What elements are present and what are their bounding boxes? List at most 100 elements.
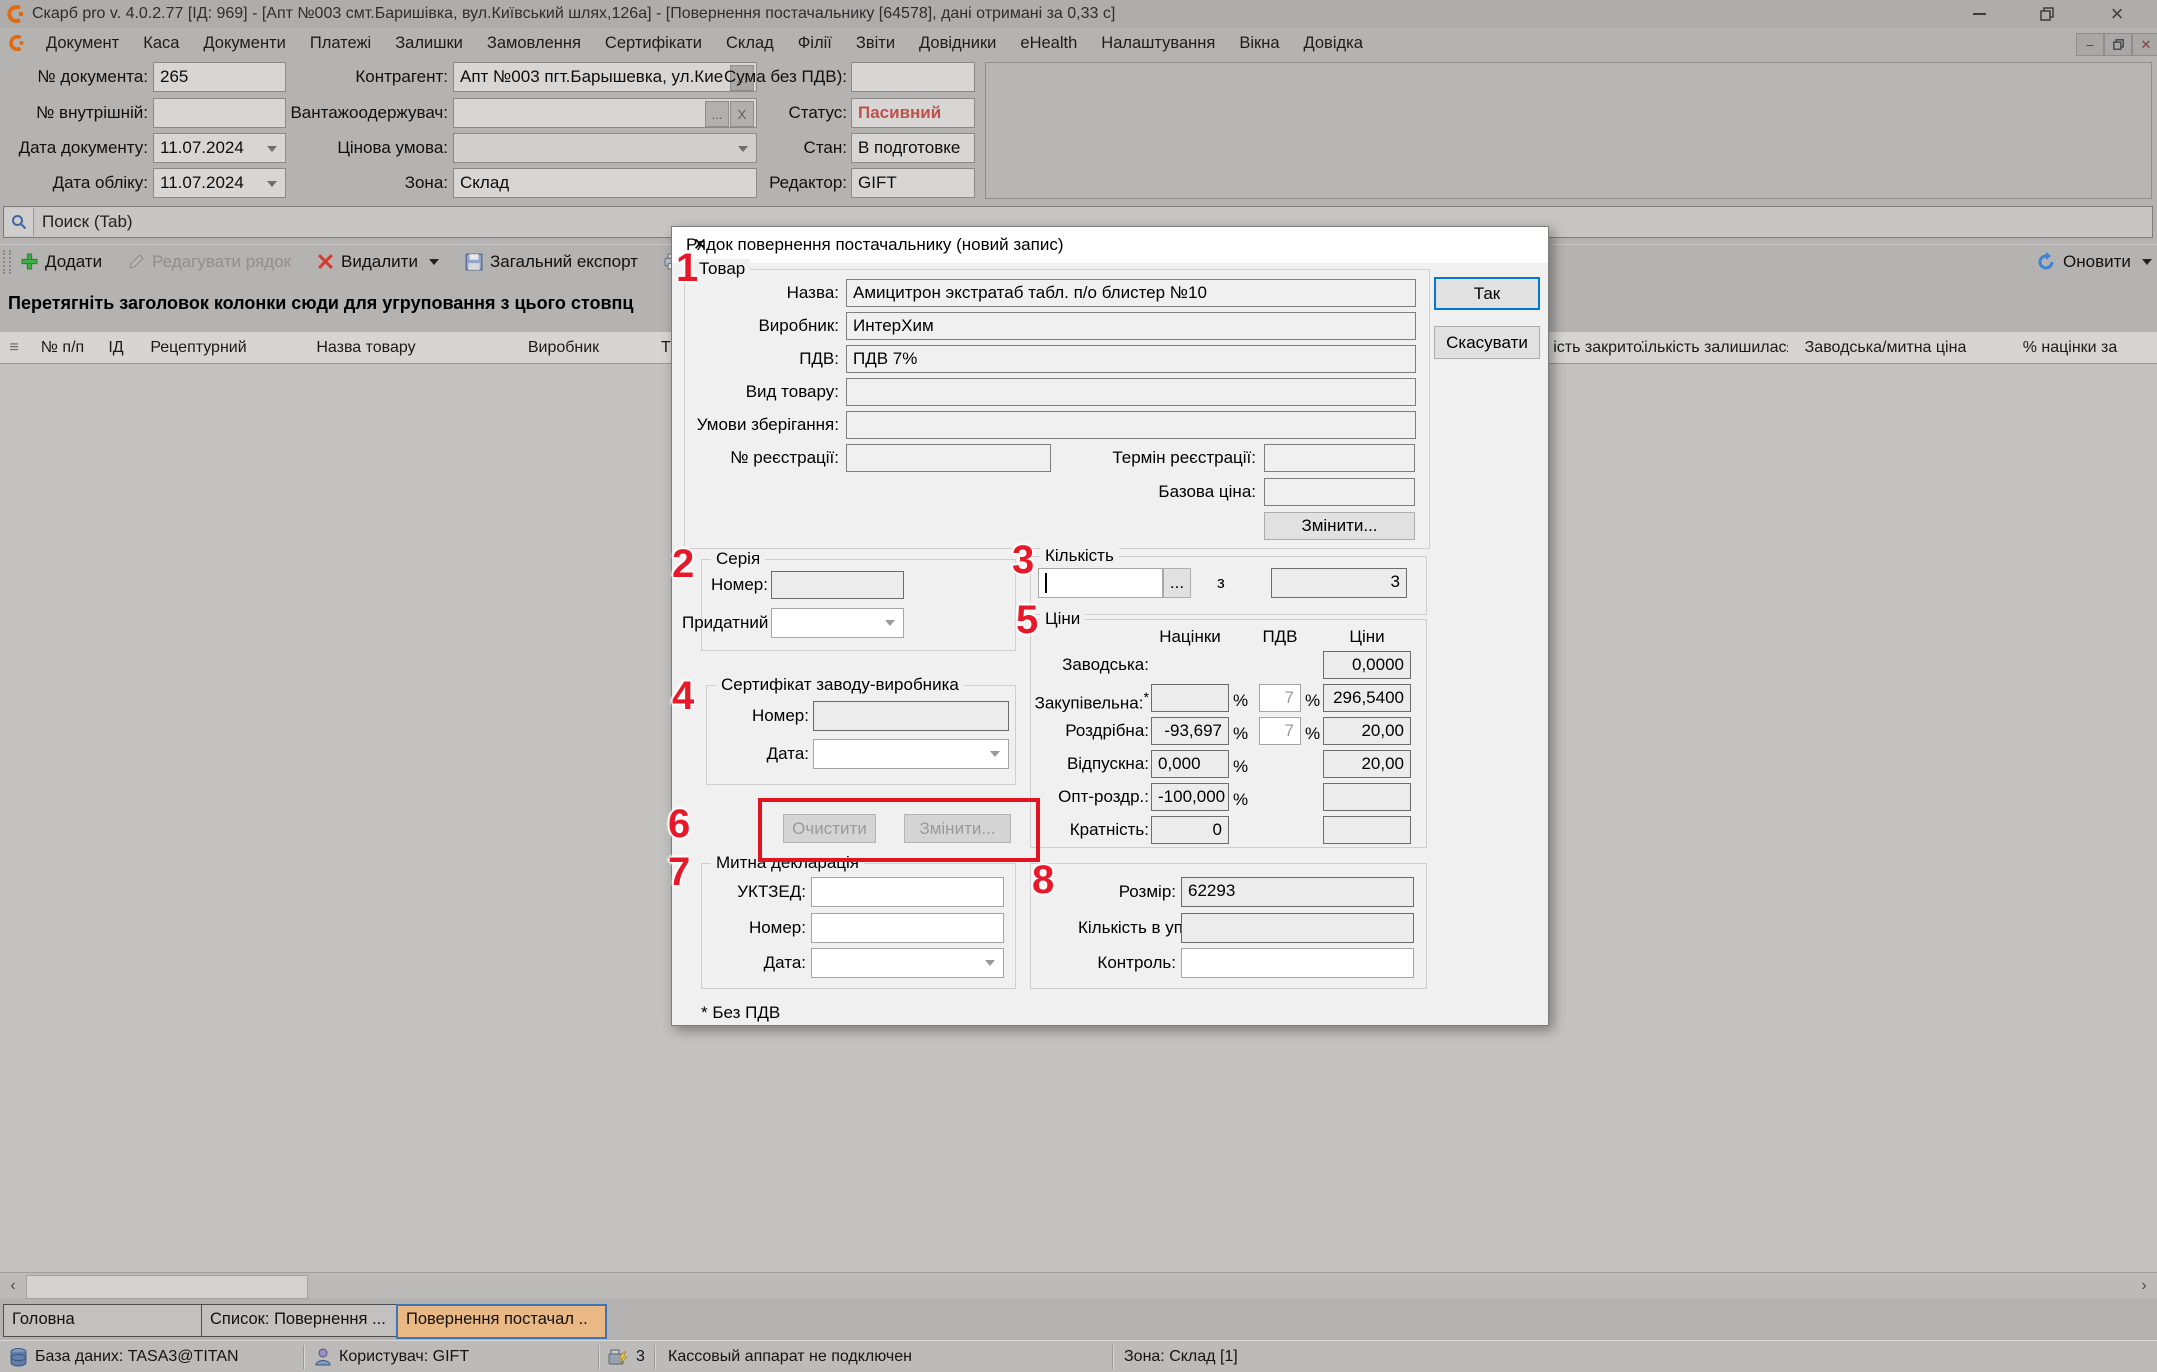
manufacturer-field[interactable]: ИнтерХим [846, 312, 1416, 340]
column-header-product-name[interactable]: Назва товару [262, 332, 471, 363]
mdi-minimize-button[interactable]: – [2076, 33, 2104, 56]
chevron-down-icon[interactable] [990, 751, 1000, 757]
chevron-down-icon[interactable] [2142, 259, 2152, 265]
menu-item-certificates[interactable]: Сертифікати [593, 34, 714, 53]
status-cash-count: 3 [608, 1341, 645, 1372]
wholesale-price-field[interactable] [1323, 783, 1411, 811]
product-group-legend: Товар [694, 259, 750, 279]
menu-item-documents[interactable]: Документи [191, 34, 297, 53]
notes-panel [985, 62, 2152, 199]
retail-price-field[interactable]: 20,00 [1323, 717, 1411, 745]
menu-item-windows[interactable]: Вікна [1227, 34, 1291, 53]
tab-home[interactable]: Головна [3, 1304, 215, 1337]
uktzed-field[interactable] [811, 877, 1004, 907]
registration-number-field[interactable] [846, 444, 1051, 472]
product-kind-field[interactable] [846, 378, 1416, 406]
annotation-6: 6 [668, 804, 690, 844]
retail-markup-field[interactable]: -93,697 [1151, 717, 1229, 745]
multiplicity-price-field[interactable] [1323, 816, 1411, 844]
red-x-icon [317, 253, 334, 270]
chevron-down-icon[interactable] [985, 960, 995, 966]
column-header-prescription[interactable]: Рецептурний [135, 332, 263, 363]
column-header-factory-price[interactable]: Заводська/митна ціна [1788, 332, 1984, 363]
wholesale-markup-field[interactable]: -100,000 [1151, 783, 1229, 811]
add-row-button[interactable]: Додати [21, 252, 102, 272]
selling-markup-field[interactable]: 0,000 [1151, 750, 1229, 778]
ok-button[interactable]: Так [1434, 277, 1540, 310]
column-header-manufacturer[interactable]: Виробник [470, 332, 658, 363]
change-product-button[interactable]: Змінити... [1264, 512, 1415, 540]
quantity-input[interactable] [1038, 568, 1163, 598]
menu-item-settings[interactable]: Налаштування [1089, 34, 1227, 53]
tab-returns-list[interactable]: Список: Повернення ... [201, 1304, 411, 1337]
cancel-button[interactable]: Скасувати [1434, 326, 1540, 359]
menu-item-kasa[interactable]: Каса [131, 34, 191, 53]
search-input[interactable]: Поиск (Tab) [42, 212, 133, 232]
certificate-date-field[interactable] [813, 739, 1009, 769]
quantity-browse-button[interactable]: ... [1163, 568, 1191, 598]
control-field[interactable] [1181, 948, 1414, 978]
tab-return-to-supplier[interactable]: Повернення постачал .. [396, 1304, 607, 1339]
status-field: Пасивний [851, 98, 975, 128]
status-bar: База даних: TASA3@TITAN Користувач: GIFT… [0, 1340, 2157, 1372]
size-field[interactable]: 62293 [1181, 877, 1414, 907]
column-header-qty-remaining[interactable]: Кількість залишилася [1642, 332, 1789, 363]
chevron-down-icon[interactable] [885, 620, 895, 626]
scroll-right-icon[interactable]: › [2133, 1275, 2155, 1297]
menu-item-warehouse[interactable]: Склад [714, 34, 786, 53]
purchase-price-field[interactable]: 296,5400 [1323, 684, 1411, 712]
menu-item-branches[interactable]: Філії [786, 34, 844, 53]
mdi-restore-button[interactable] [2104, 33, 2132, 56]
sum-no-vat-field[interactable] [851, 62, 975, 92]
customs-date-field[interactable] [811, 948, 1004, 978]
menu-item-document[interactable]: Документ [34, 34, 131, 53]
registration-term-label: Термін реєстрації: [1092, 444, 1256, 472]
scrollbar-thumb[interactable] [26, 1275, 308, 1299]
refresh-button[interactable]: Оновити [2036, 252, 2152, 272]
edit-row-button[interactable]: Редагувати рядок [128, 252, 291, 272]
qty-in-pack-field[interactable] [1181, 913, 1414, 943]
base-price-field[interactable] [1264, 478, 1415, 506]
restore-button[interactable] [2032, 2, 2062, 26]
horizontal-scrollbar[interactable]: ‹ › [0, 1272, 2157, 1298]
sum-no-vat-label: Сума без ПДВ): [700, 62, 847, 92]
menu-item-reports[interactable]: Звіти [844, 34, 907, 53]
footnote: * Без ПДВ [701, 999, 821, 1027]
column-header-markup-pct[interactable]: % націнки за [1983, 332, 2157, 363]
product-name-field[interactable]: Амицитрон экстратаб табл. п/о блистер №1… [846, 279, 1416, 307]
storage-conditions-label: Умови зберігання: [682, 411, 839, 439]
menu-item-stock[interactable]: Залишки [383, 34, 475, 53]
selling-price-field[interactable]: 20,00 [1323, 750, 1411, 778]
scroll-left-icon[interactable]: ‹ [2, 1275, 24, 1297]
toolbar-drag-handle[interactable] [3, 250, 11, 274]
status-zone: Зона: Склад [1] [1124, 1341, 1238, 1372]
series-number-label: Номер: [707, 571, 768, 599]
mdi-close-button[interactable]: ✕ [2132, 33, 2157, 56]
menu-item-payments[interactable]: Платежі [298, 34, 383, 53]
minimize-button[interactable] [1964, 2, 1994, 26]
column-header-npp[interactable]: № п/п [28, 332, 98, 363]
menu-item-ehealth[interactable]: eHealth [1008, 34, 1089, 53]
menu-item-help[interactable]: Довідка [1292, 34, 1375, 53]
purchase-markup-field[interactable] [1151, 684, 1229, 712]
delete-button[interactable]: Видалити [317, 252, 439, 272]
registration-term-field[interactable] [1264, 444, 1415, 472]
column-header-id[interactable]: ІД [97, 332, 136, 363]
row-indicator-column: ≡ [0, 332, 29, 363]
purchase-vat-field[interactable]: 7 [1259, 684, 1301, 712]
menu-item-orders[interactable]: Замовлення [475, 34, 593, 53]
chevron-down-icon[interactable] [429, 259, 439, 265]
certificate-number-field[interactable] [813, 701, 1009, 731]
series-number-field[interactable] [771, 571, 904, 599]
multiplicity-field[interactable]: 0 [1151, 816, 1229, 844]
menu-item-directories[interactable]: Довідники [907, 34, 1008, 53]
vat-field[interactable]: ПДВ 7% [846, 345, 1416, 373]
internal-number-label: № внутрішній: [0, 98, 148, 128]
close-button[interactable]: × [2102, 2, 2132, 26]
markup-column-header: Націнки [1151, 623, 1229, 651]
export-button[interactable]: Загальний експорт [465, 252, 638, 272]
retail-vat-field[interactable]: 7 [1259, 717, 1301, 745]
storage-conditions-field[interactable] [846, 411, 1416, 439]
series-valid-field[interactable] [771, 608, 904, 638]
customs-number-field[interactable] [811, 913, 1004, 943]
